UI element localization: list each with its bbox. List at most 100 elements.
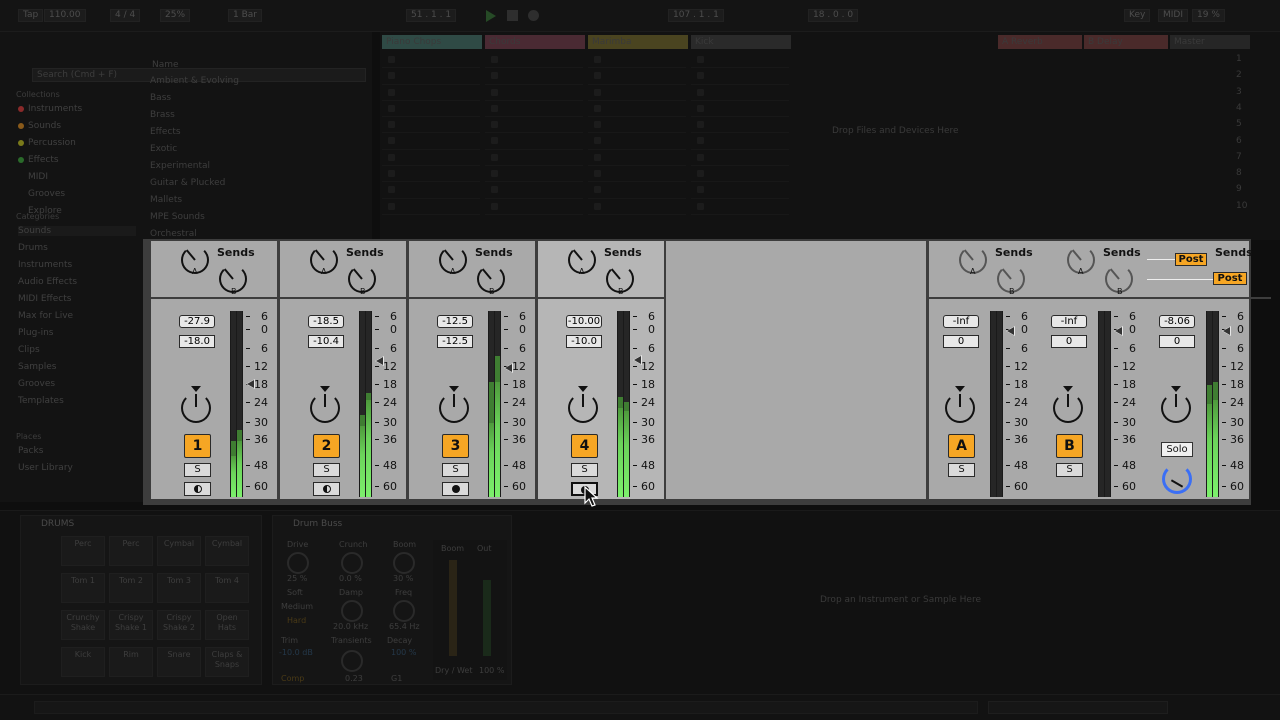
volume-fader-handle[interactable]	[504, 363, 513, 373]
browser-list-item[interactable]: Mallets	[150, 195, 182, 205]
clip-stop-icon[interactable]	[697, 72, 704, 80]
clip-slot[interactable]	[382, 101, 480, 118]
category-item[interactable]: Plug-ins	[18, 328, 54, 338]
collection-item[interactable]: Sounds	[18, 121, 61, 131]
clip-stop-icon[interactable]	[697, 153, 704, 161]
browser-list-item[interactable]: Exotic	[150, 144, 177, 154]
solo-button[interactable]: S	[442, 463, 469, 477]
trim-value[interactable]: -10.0 dB	[279, 648, 313, 657]
damp-knob[interactable]	[341, 600, 363, 622]
clip-stop-icon[interactable]	[594, 170, 601, 178]
scene-number[interactable]: 2	[1236, 70, 1242, 80]
record-icon[interactable]	[528, 10, 539, 21]
master-strip[interactable]: Sends Post Post -8.06 0 6 0 6 12 18 24 30 36 48 60 Solo	[1145, 241, 1271, 499]
pan-knob[interactable]	[1053, 386, 1083, 423]
clip-slot[interactable]	[485, 133, 583, 150]
collection-item[interactable]: MIDI	[18, 172, 48, 182]
clip-stop-icon[interactable]	[388, 137, 395, 145]
clip-slot[interactable]	[588, 117, 686, 134]
clip-stop-icon[interactable]	[491, 56, 498, 63]
peak-level-field[interactable]: 0	[943, 335, 979, 348]
clip-stop-icon[interactable]	[491, 72, 498, 80]
clip-slot[interactable]	[485, 68, 583, 85]
clip-slot[interactable]	[691, 166, 789, 183]
clip-slot[interactable]	[485, 199, 583, 215]
clip-stop-icon[interactable]	[594, 202, 601, 210]
clip-slot[interactable]	[588, 133, 686, 150]
clip-stop-icon[interactable]	[491, 170, 498, 178]
clip-stop-icon[interactable]	[491, 121, 498, 129]
track-activator-button[interactable]: 4	[571, 434, 598, 458]
clip-slot[interactable]	[588, 182, 686, 199]
track-activator-button[interactable]: 1	[184, 434, 211, 458]
browser-list-item[interactable]: MPE Sounds	[150, 212, 205, 222]
clip-slot[interactable]	[588, 101, 686, 118]
clip-slot[interactable]	[485, 166, 583, 183]
clip-stop-icon[interactable]	[491, 104, 498, 112]
scene-number[interactable]: 8	[1236, 168, 1242, 178]
track-header[interactable]: Piano Chops	[382, 35, 482, 49]
drum-pad[interactable]: Tom 4	[205, 573, 249, 603]
midi-map-button[interactable]: MIDI	[1158, 9, 1189, 22]
drum-pad[interactable]: Perc	[109, 536, 153, 566]
clip-slot[interactable]	[382, 68, 480, 85]
peak-level-field[interactable]: 0	[1159, 335, 1195, 348]
category-item[interactable]: Instruments	[18, 260, 72, 270]
clip-stop-icon[interactable]	[594, 88, 601, 96]
solo-button[interactable]: S	[948, 463, 975, 477]
clip-stop-icon[interactable]	[388, 72, 395, 80]
clip-stop-icon[interactable]	[697, 88, 704, 96]
send-a-post-button[interactable]: Post	[1175, 253, 1207, 266]
volume-fader-handle[interactable]	[1222, 326, 1231, 336]
clip-slot[interactable]	[691, 101, 789, 118]
key-map-button[interactable]: Key	[1124, 9, 1151, 22]
clip-stop-icon[interactable]	[491, 186, 498, 194]
scene-number[interactable]: 6	[1236, 136, 1242, 146]
drum-pad[interactable]: Snare	[157, 647, 201, 677]
master-pan-knob[interactable]	[1161, 386, 1191, 423]
clip-slot[interactable]	[485, 117, 583, 134]
clip-slot[interactable]	[588, 199, 686, 215]
peak-level-field[interactable]: -10.0	[566, 335, 602, 348]
master-solo-button[interactable]: Solo	[1161, 442, 1193, 457]
peak-level-field[interactable]: 0	[1051, 335, 1087, 348]
volume-fader-handle[interactable]	[1006, 326, 1015, 336]
clip-slot[interactable]	[691, 52, 789, 69]
clip-slot[interactable]	[691, 117, 789, 134]
boom-knob[interactable]	[393, 552, 415, 574]
track-strip[interactable]: Sends A B -18.5 -10.4 6 0 6 12 18 24 30 36 48 60 2 S	[280, 241, 406, 499]
send-b-post-button[interactable]: Post	[1213, 272, 1247, 285]
return-track-header[interactable]: B Delay	[1084, 35, 1168, 49]
drum-pad[interactable]: Perc	[61, 536, 105, 566]
clip-stop-icon[interactable]	[594, 153, 601, 161]
clip-stop-icon[interactable]	[388, 170, 395, 178]
volume-field[interactable]: -10.00	[566, 315, 602, 328]
arm-button[interactable]	[442, 482, 469, 496]
track-header[interactable]: Chords	[485, 35, 585, 49]
category-item[interactable]: Max for Live	[18, 311, 73, 321]
tempo-field[interactable]: 110.00	[44, 9, 86, 22]
clip-stop-icon[interactable]	[388, 56, 395, 63]
solo-button[interactable]: S	[571, 463, 598, 477]
master-track-header[interactable]: Master	[1170, 35, 1250, 49]
track-strip[interactable]: Sends A B -10.00 -10.0 6 0 6 12 18 24 30 36 48 60 4 S	[538, 241, 664, 499]
arm-button[interactable]	[313, 482, 340, 496]
solo-button[interactable]: S	[1056, 463, 1083, 477]
arm-button[interactable]	[184, 482, 211, 496]
pan-knob[interactable]	[439, 386, 469, 423]
clip-stop-icon[interactable]	[697, 202, 704, 210]
drum-pad[interactable]: Rim	[109, 647, 153, 677]
scene-number[interactable]: 10	[1236, 201, 1247, 211]
clip-stop-icon[interactable]	[594, 137, 601, 145]
browser-list-item[interactable]: Guitar & Plucked	[150, 178, 225, 188]
volume-field[interactable]: -8.06	[1159, 315, 1195, 328]
clip-slot[interactable]	[691, 150, 789, 167]
drum-pad[interactable]: Cymbal	[205, 536, 249, 566]
category-item[interactable]: Templates	[18, 396, 64, 406]
category-item[interactable]: Samples	[18, 362, 56, 372]
clip-slot[interactable]	[382, 166, 480, 183]
browser-list-item[interactable]: Bass	[150, 93, 171, 103]
places-item[interactable]: User Library	[18, 463, 73, 473]
solo-button[interactable]: S	[184, 463, 211, 477]
crunch-knob[interactable]	[341, 552, 363, 574]
